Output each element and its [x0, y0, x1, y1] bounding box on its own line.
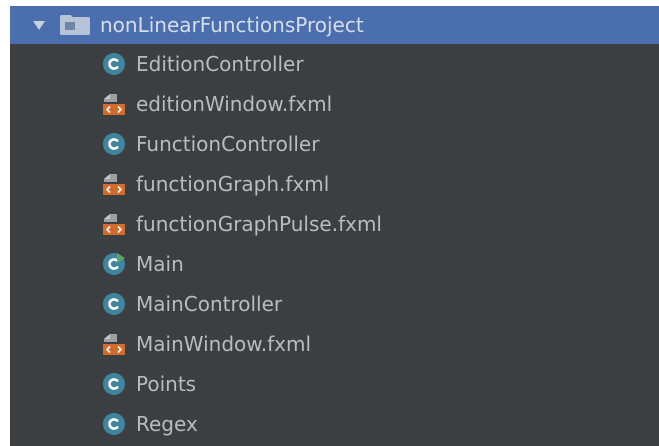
tree-children: EditionController editionWindow.fxml Funct… [10, 44, 659, 444]
tree-item-label: Points [136, 372, 197, 396]
class-icon [102, 292, 126, 316]
tree-item[interactable]: FunctionController [10, 124, 659, 164]
tree-item[interactable]: Points [10, 364, 659, 404]
tree-root-project[interactable]: nonLinearFunctionsProject [10, 6, 659, 44]
screenshot-frame: nonLinearFunctionsProject EditionControl… [0, 0, 659, 446]
expand-arrow-icon[interactable] [32, 18, 46, 32]
project-tree[interactable]: nonLinearFunctionsProject EditionControl… [10, 6, 659, 446]
tree-item[interactable]: Regex [10, 404, 659, 444]
tree-item[interactable]: functionGraphPulse.fxml [10, 204, 659, 244]
tree-item-label: MainController [136, 292, 283, 316]
tree-item-label: Main [136, 252, 184, 276]
tree-item[interactable]: MainController [10, 284, 659, 324]
runnable-class-icon [102, 252, 126, 276]
tree-item[interactable]: editionWindow.fxml [10, 84, 659, 124]
class-icon [102, 372, 126, 396]
fxml-file-icon [102, 172, 126, 196]
project-name: nonLinearFunctionsProject [100, 13, 364, 37]
class-icon [102, 132, 126, 156]
fxml-file-icon [102, 92, 126, 116]
class-icon [102, 52, 126, 76]
tree-item-label: functionGraph.fxml [136, 172, 330, 196]
tree-item-label: EditionController [136, 52, 304, 76]
tree-item-label: MainWindow.fxml [136, 332, 312, 356]
tree-item-label: functionGraphPulse.fxml [136, 212, 382, 236]
fxml-file-icon [102, 332, 126, 356]
fxml-file-icon [102, 212, 126, 236]
tree-item-label: editionWindow.fxml [136, 92, 333, 116]
tree-item-label: Regex [136, 412, 198, 436]
folder-icon [60, 15, 90, 35]
class-icon [102, 412, 126, 436]
tree-item[interactable]: EditionController [10, 44, 659, 84]
tree-item[interactable]: MainWindow.fxml [10, 324, 659, 364]
tree-item[interactable]: Main [10, 244, 659, 284]
tree-item[interactable]: functionGraph.fxml [10, 164, 659, 204]
tree-item-label: FunctionController [136, 132, 320, 156]
